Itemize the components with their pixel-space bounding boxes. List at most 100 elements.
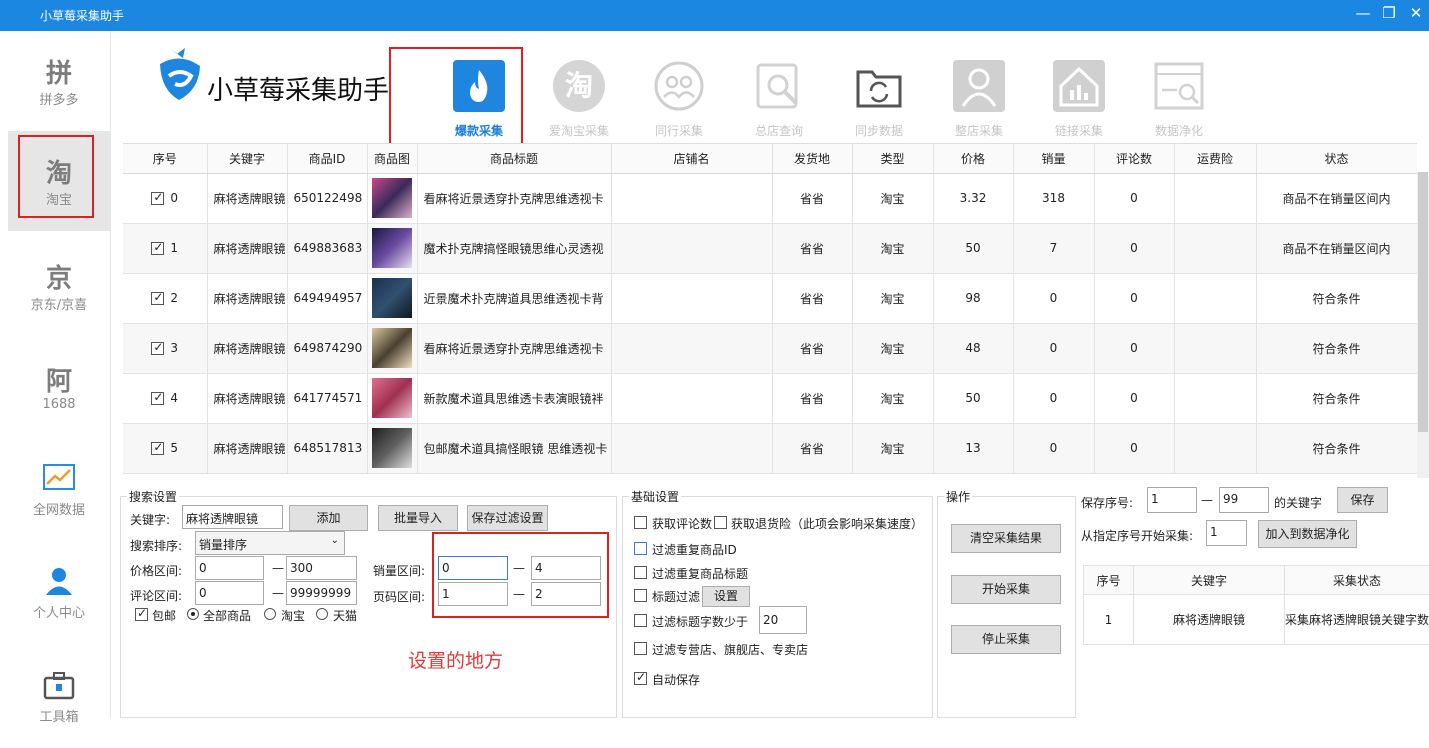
grid-scrollbar[interactable] <box>1417 172 1429 478</box>
column-header[interactable]: 采集状态 <box>1285 566 1429 595</box>
tool-link-collect[interactable]: 链接采集 <box>1034 60 1124 139</box>
row-insurance <box>1174 223 1256 273</box>
clear-results-button[interactable]: 清空采集结果 <box>951 524 1061 553</box>
scrollbar-thumb[interactable] <box>1418 172 1428 432</box>
annotation-text: 设置的地方 <box>408 646 503 673</box>
get-return-insurance-checkbox[interactable] <box>714 516 727 529</box>
title-filter-checkbox[interactable] <box>634 589 647 602</box>
results-grid: 序号 关键字 商品ID 商品图 商品标题 店铺名 发货地 类型 价格 销量 评论… <box>123 143 1417 478</box>
column-header[interactable]: 关键字 <box>1134 566 1285 595</box>
title-filter-settings-button[interactable]: 设置 <box>702 586 750 607</box>
comment-min-input[interactable]: 0 <box>195 581 264 605</box>
column-header[interactable]: 类型 <box>852 144 933 173</box>
highlight-box-taobao <box>18 135 94 218</box>
auto-save-checkbox[interactable] <box>634 672 647 685</box>
sort-select[interactable]: 销量排序 ⌄ <box>195 531 345 555</box>
filter-stores-checkbox[interactable] <box>634 642 647 655</box>
row-price: 13 <box>933 423 1013 473</box>
row-product-id: 648517813 <box>287 423 367 473</box>
restore-icon[interactable]: ❐ <box>1378 4 1400 22</box>
row-status: 符合条件 <box>1256 323 1417 373</box>
minimize-icon[interactable]: — <box>1352 4 1374 22</box>
filter-title-length-checkbox[interactable] <box>634 614 647 627</box>
add-to-clean-button[interactable]: 加入到数据净化 <box>1258 520 1357 548</box>
sidebar-item-profile[interactable]: 个人中心 <box>8 544 110 644</box>
start-collect-button[interactable]: 开始采集 <box>951 575 1061 604</box>
column-header[interactable]: 销量 <box>1013 144 1094 173</box>
batch-import-button[interactable]: 批量导入 <box>378 505 458 531</box>
row-type: 淘宝 <box>852 323 933 373</box>
radio-tmall[interactable] <box>316 608 328 620</box>
row-keyword: 麻将透牌眼镜 <box>207 323 287 373</box>
save-from-input[interactable]: 1 <box>1147 487 1197 513</box>
row-product-id: 649883683 <box>287 223 367 273</box>
comment-max-input[interactable]: 99999999 <box>286 581 357 605</box>
free-shipping-checkbox[interactable] <box>135 608 148 621</box>
add-button[interactable]: 添加 <box>289 505 368 531</box>
keyword-input[interactable]: 麻将透牌眼镜 <box>182 505 283 529</box>
table-row[interactable]: 0麻将透牌眼镜650122498看麻将近景透穿扑克牌思维透视卡省省淘宝3.323… <box>123 173 1417 223</box>
column-header[interactable]: 评论数 <box>1094 144 1174 173</box>
save-button[interactable]: 保存 <box>1337 487 1388 513</box>
row-checkbox[interactable] <box>151 342 164 355</box>
row-keyword: 麻将透牌眼镜 <box>207 173 287 223</box>
filter-duplicate-title-checkbox[interactable] <box>634 566 647 579</box>
all-goods-label: 全部商品 <box>203 607 251 624</box>
sidebar-item-1688[interactable]: 阿 1688 <box>8 339 110 439</box>
title-length-input[interactable]: 20 <box>759 606 807 634</box>
row-price: 3.32 <box>933 173 1013 223</box>
title-filter-label: 标题过滤 <box>652 588 700 605</box>
start-from-input[interactable]: 1 <box>1206 520 1247 546</box>
filter-duplicate-id-checkbox[interactable] <box>634 542 647 555</box>
row-comments: 0 <box>1094 323 1174 373</box>
row-status: 商品不在销量区间内 <box>1256 223 1417 273</box>
column-header[interactable]: 商品ID <box>287 144 367 173</box>
tool-peer-collect[interactable]: 同行采集 <box>634 60 724 139</box>
get-comments-checkbox[interactable] <box>634 516 647 529</box>
row-image <box>367 323 417 373</box>
tool-store-query[interactable]: 总店查询 <box>734 60 824 139</box>
tool-shop-collect[interactable]: 整店采集 <box>934 60 1024 139</box>
column-header[interactable]: 店铺名 <box>611 144 772 173</box>
row-index-cell: 5 <box>123 423 207 473</box>
save-to-input[interactable]: 99 <box>1219 487 1269 513</box>
tool-ai-taobao[interactable]: 淘 爱淘宝采集 <box>534 60 624 139</box>
close-icon[interactable]: ✕ <box>1405 4 1427 22</box>
column-header[interactable]: 运费险 <box>1174 144 1256 173</box>
tool-sync-data[interactable]: 同步数据 <box>834 60 924 139</box>
radio-taobao[interactable] <box>264 608 276 620</box>
column-header[interactable]: 关键字 <box>207 144 287 173</box>
table-row[interactable]: 5麻将透牌眼镜648517813包邮魔术道具搞怪眼镜 思维透视卡省省淘宝1300… <box>123 423 1417 473</box>
sidebar-item-toolbox[interactable]: 工具箱 <box>8 648 110 748</box>
price-max-input[interactable]: 300 <box>286 556 357 580</box>
sidebar-item-pinduoduo[interactable]: 拼 拼多多 <box>8 31 110 131</box>
column-header[interactable]: 商品图 <box>367 144 417 173</box>
row-checkbox[interactable] <box>151 242 164 255</box>
row-sales: 0 <box>1013 423 1094 473</box>
save-filter-button[interactable]: 保存过滤设置 <box>467 505 548 531</box>
row-checkbox[interactable] <box>151 192 164 205</box>
column-header[interactable]: 发货地 <box>772 144 852 173</box>
column-header[interactable]: 价格 <box>933 144 1013 173</box>
table-row[interactable]: 2麻将透牌眼镜649494957近景魔术扑克牌道具思维透视卡背省省淘宝9800符… <box>123 273 1417 323</box>
table-row[interactable]: 3麻将透牌眼镜649874290看麻将近景透穿扑克牌思维透视卡省省淘宝4800符… <box>123 323 1417 373</box>
row-checkbox[interactable] <box>151 292 164 305</box>
status-row[interactable]: 1 麻将透牌眼镜 采集麻将透牌眼镜关键字数据 <box>1084 595 1429 645</box>
column-header[interactable]: 序号 <box>123 144 207 173</box>
table-row[interactable]: 4麻将透牌眼镜641774571新款魔术道具思维透卡表演眼镜袢省省淘宝5000符… <box>123 373 1417 423</box>
status-row-index: 1 <box>1084 595 1134 645</box>
row-checkbox[interactable] <box>151 442 164 455</box>
column-header[interactable]: 商品标题 <box>417 144 611 173</box>
title-bar: 小草莓采集助手 — ❐ ✕ <box>0 0 1429 31</box>
radio-all-goods[interactable] <box>187 608 199 620</box>
stop-collect-button[interactable]: 停止采集 <box>951 625 1061 654</box>
price-min-input[interactable]: 0 <box>195 556 264 580</box>
sidebar-item-all-data[interactable]: 全网数据 <box>8 441 110 541</box>
row-insurance <box>1174 423 1256 473</box>
column-header[interactable]: 状态 <box>1256 144 1417 173</box>
row-checkbox[interactable] <box>151 392 164 405</box>
column-header[interactable]: 序号 <box>1084 566 1134 595</box>
table-row[interactable]: 1麻将透牌眼镜649883683魔术扑克牌搞怪眼镜思维心灵透视省省淘宝5070商… <box>123 223 1417 273</box>
tool-data-clean[interactable]: 数据净化 <box>1134 60 1224 139</box>
sidebar-item-jd[interactable]: 京 京东/京喜 <box>8 236 110 336</box>
